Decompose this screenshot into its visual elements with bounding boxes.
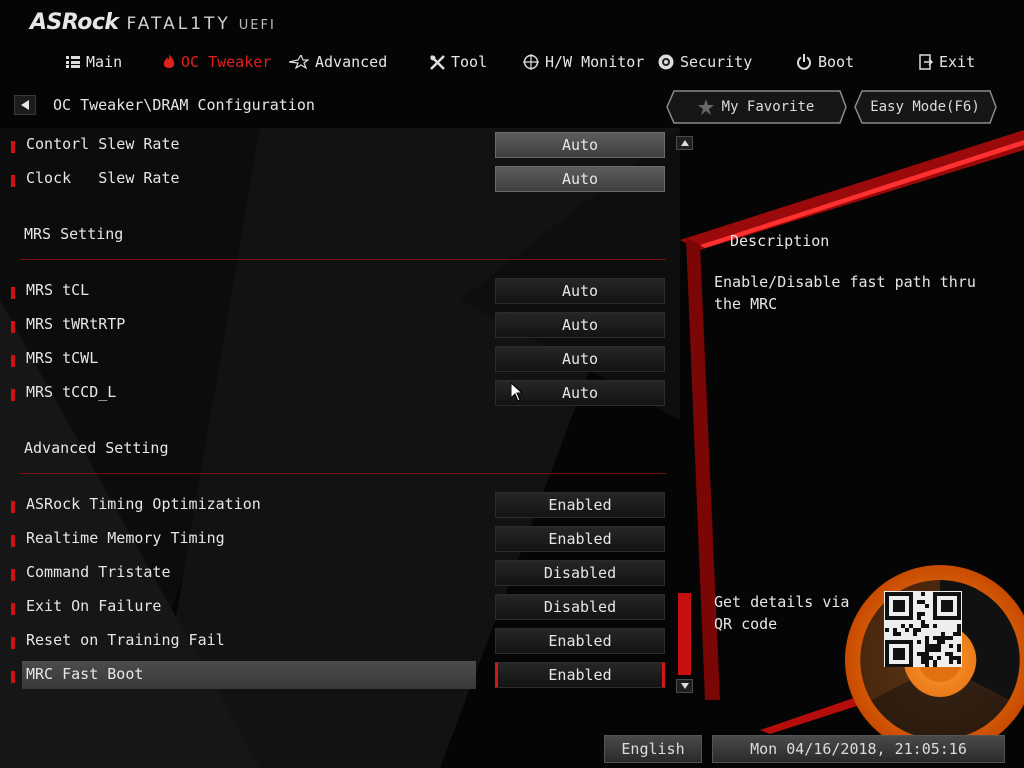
tools-icon (430, 54, 445, 70)
mouse-cursor-icon (511, 383, 523, 401)
row-marker (11, 603, 15, 615)
tab-advanced-label: Advanced (315, 53, 388, 71)
badge-icon (658, 54, 674, 70)
tab-oc-tweaker-label: OC Tweaker (181, 53, 272, 71)
row-marker (11, 321, 15, 333)
tab-security-label: Security (680, 53, 753, 71)
qr-code-image (884, 591, 962, 668)
row-marker (11, 671, 15, 683)
qr-code-icon (885, 592, 961, 668)
tab-main-label: Main (86, 53, 123, 71)
setting-label: Command Tristate (26, 563, 171, 581)
flame-icon (163, 54, 175, 68)
arrow-down-icon (680, 683, 689, 689)
easy-mode-button[interactable]: Easy Mode(F6) (852, 88, 998, 126)
section-divider (20, 259, 666, 260)
crosshair-icon (523, 54, 539, 70)
back-button[interactable] (14, 95, 36, 115)
setting-label: MRS tWRtRTP (26, 315, 126, 333)
brand-name: ASRock (30, 10, 119, 35)
setting-label: MRS tCWL (26, 349, 99, 367)
main-nav: Main OC Tweaker Advanced Tool H/W Monito… (0, 48, 1024, 76)
section-title-mrs: MRS Setting (24, 225, 124, 243)
setting-label: Reset on Training Fail (26, 631, 225, 649)
tab-oc-tweaker[interactable]: OC Tweaker (163, 48, 271, 76)
command-tristate-value[interactable]: Disabled (495, 560, 665, 586)
setting-label: Exit On Failure (26, 597, 162, 615)
setting-label: MRS tCL (26, 281, 90, 299)
scroll-up-button[interactable] (676, 136, 693, 150)
star-icon (289, 55, 309, 69)
description-title: Description (730, 232, 830, 250)
row-marker (11, 389, 15, 401)
brand-logo: ASRock FATAL1TY UEFI (30, 10, 276, 36)
setting-label: MRC Fast Boot (26, 665, 144, 683)
setting-label: Contorl Slew Rate (26, 135, 180, 153)
qr-hint-text: Get details via QR code (714, 593, 850, 633)
tab-security[interactable]: Security (658, 48, 752, 76)
mrs-twrtrtp-value[interactable]: Auto (495, 312, 665, 338)
star-icon (697, 99, 714, 115)
exit-icon (919, 54, 933, 70)
mrs-tcl-value[interactable]: Auto (495, 278, 665, 304)
language-button[interactable]: English (604, 735, 702, 763)
row-marker (11, 141, 15, 153)
tab-advanced[interactable]: Advanced (289, 48, 387, 76)
setting-label: Realtime Memory Timing (26, 529, 225, 547)
tab-tool[interactable]: Tool (430, 48, 487, 76)
asrock-timing-value[interactable]: Enabled (495, 492, 665, 518)
mrc-fast-boot-value[interactable]: Enabled (495, 662, 665, 688)
row-marker (11, 501, 15, 513)
tab-main[interactable]: Main (66, 48, 122, 76)
tab-hw-monitor[interactable]: H/W Monitor (523, 48, 644, 76)
my-favorite-button[interactable]: My Favorite (664, 88, 848, 126)
brand-uefi: UEFI (238, 18, 276, 33)
easy-mode-label: Easy Mode(F6) (870, 99, 980, 115)
reset-training-value[interactable]: Enabled (495, 628, 665, 654)
setting-label: MRS tCCD_L (26, 383, 117, 401)
tab-exit-label: Exit (939, 53, 976, 71)
realtime-memory-value[interactable]: Enabled (495, 526, 665, 552)
row-marker (11, 637, 15, 649)
row-marker (11, 355, 15, 367)
tab-tool-label: Tool (451, 53, 488, 71)
arrow-up-icon (680, 140, 689, 146)
brand-sub: FATAL1TY (126, 14, 231, 34)
breadcrumb: OC Tweaker\DRAM Configuration (53, 96, 315, 114)
scroll-down-button[interactable] (676, 679, 693, 693)
tab-hw-monitor-label: H/W Monitor (545, 53, 645, 71)
section-title-advanced: Advanced Setting (24, 439, 169, 457)
setting-label: Clock Slew Rate (26, 169, 180, 187)
description-text: Enable/Disable fast path thru the MRC (714, 273, 976, 313)
row-marker (11, 287, 15, 299)
tab-boot-label: Boot (818, 53, 855, 71)
setting-label: ASRock Timing Optimization (26, 495, 261, 513)
datetime-display: Mon 04/16/2018, 21:05:16 (712, 735, 1005, 763)
list-icon (66, 56, 80, 68)
scroll-thumb[interactable] (678, 593, 691, 675)
mrs-tcwl-value[interactable]: Auto (495, 346, 665, 372)
row-marker (11, 175, 15, 187)
exit-on-failure-value[interactable]: Disabled (495, 594, 665, 620)
row-marker (11, 535, 15, 547)
contorl-slew-rate-value[interactable]: Auto (495, 132, 665, 158)
power-icon (797, 54, 811, 70)
tab-exit[interactable]: Exit (919, 48, 975, 76)
arrow-left-icon (21, 100, 29, 110)
tab-boot[interactable]: Boot (796, 48, 854, 76)
row-marker (11, 569, 15, 581)
section-divider (20, 473, 666, 474)
my-favorite-label: My Favorite (721, 99, 815, 115)
clock-slew-rate-value[interactable]: Auto (495, 166, 665, 192)
